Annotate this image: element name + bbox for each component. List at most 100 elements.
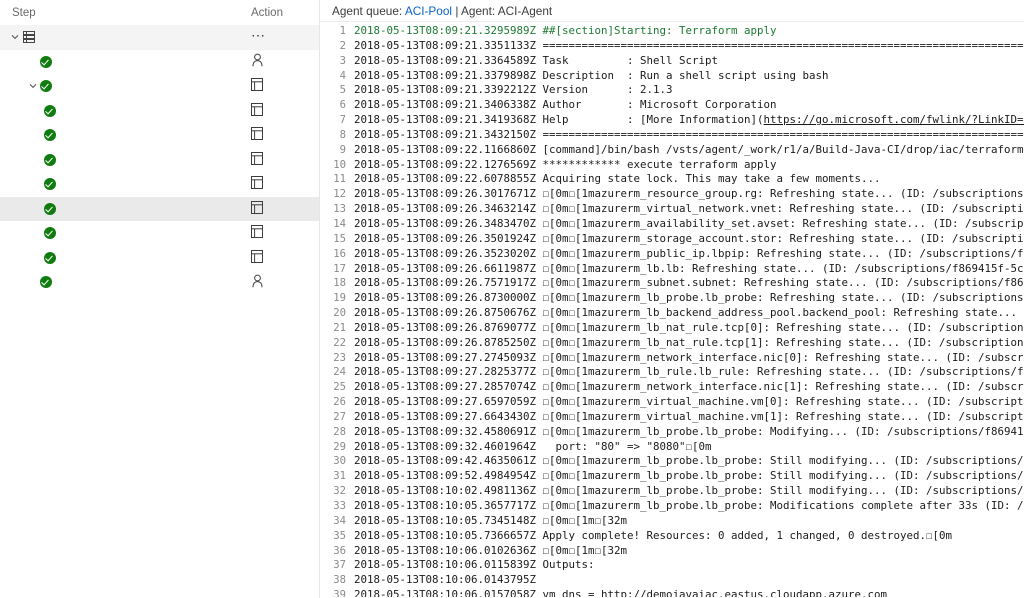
log-line: 14 2018-05-13T08:09:26.3483470Z ☐[0m☐[1ma…	[320, 217, 1024, 232]
job-icon[interactable]	[251, 102, 263, 119]
step-row[interactable]	[0, 246, 319, 271]
log-line-number: 19	[333, 292, 346, 305]
step-label-wrap	[0, 31, 249, 44]
log-line: 5 2018-05-13T08:09:21.3392212Z Version : …	[320, 83, 1024, 98]
log-line: 35 2018-05-13T08:10:05.7366657Z Apply com…	[320, 529, 1024, 544]
log-line: 24 2018-05-13T08:09:27.2825377Z ☐[0m☐[1ma…	[320, 365, 1024, 380]
success-check-icon	[40, 276, 52, 289]
log-url-link[interactable]: http://demojavaiac.eastus.cloudapp.azure…	[601, 588, 887, 597]
log-url-link[interactable]: https://go.microsoft.com/fwlink/?LinkID=…	[764, 113, 1024, 126]
step-action-cell	[249, 200, 305, 217]
log-line-text: 2018-05-13T08:09:27.2825377Z ☐[0m☐[1mazu…	[354, 365, 1024, 379]
log-line: 31 2018-05-13T08:09:52.4984954Z ☐[0m☐[1ma…	[320, 469, 1024, 484]
step-action-cell	[249, 78, 305, 94]
log-line-number: 30	[333, 455, 346, 468]
agent-queue-link[interactable]: ACI-Pool	[405, 4, 452, 18]
step-action-cell	[249, 53, 305, 70]
step-row[interactable]	[0, 221, 319, 246]
log-line: 30 2018-05-13T08:09:42.4635061Z ☐[0m☐[1ma…	[320, 454, 1024, 469]
log-line-number: 7	[339, 114, 346, 127]
step-row[interactable]	[0, 270, 319, 295]
step-action-cell	[249, 274, 305, 291]
log-line-number: 22	[333, 336, 346, 349]
log-line-number: 31	[333, 470, 346, 483]
step-label-wrap	[0, 129, 249, 142]
log-line: 26 2018-05-13T08:09:27.6597059Z ☐[0m☐[1ma…	[320, 395, 1024, 410]
step-row[interactable]	[0, 172, 319, 197]
log-line-number: 16	[333, 247, 346, 260]
log-line: 8 2018-05-13T08:09:21.3432150Z ==========…	[320, 128, 1024, 143]
step-action-cell	[249, 225, 305, 241]
log-pane: Agent queue: ACI-Pool | Agent: ACI-Agent…	[320, 0, 1024, 598]
more-options-icon[interactable]: ⋯	[251, 28, 266, 43]
log-line-number: 2	[339, 39, 346, 52]
log-line-number: 11	[333, 173, 346, 186]
log-line-number: 23	[333, 351, 346, 364]
person-icon[interactable]	[251, 53, 264, 70]
log-line-text: 2018-05-13T08:09:52.4984954Z ☐[0m☐[1mazu…	[354, 469, 1024, 483]
log-line-number: 3	[339, 54, 346, 67]
step-label-wrap	[0, 202, 249, 215]
log-line-text: 2018-05-13T08:10:05.7345148Z ☐[0m☐[1m☐[3…	[354, 513, 628, 527]
step-row[interactable]	[0, 196, 319, 221]
log-line-number: 5	[339, 84, 346, 97]
log-line-number: 21	[333, 321, 346, 334]
step-label-wrap	[0, 153, 249, 166]
log-line-number: 38	[333, 574, 346, 587]
success-check-icon	[40, 55, 52, 68]
log-output[interactable]: 1 2018-05-13T08:09:21.3295989Z ##[section…	[320, 22, 1024, 597]
step-label-wrap	[0, 251, 249, 264]
log-line-text: 2018-05-13T08:09:32.4601964Z port: "80" …	[354, 439, 712, 453]
log-line: 29 2018-05-13T08:09:32.4601964Z port: "80…	[320, 440, 1024, 455]
job-icon[interactable]	[251, 151, 263, 168]
log-line-text: 2018-05-13T08:09:26.3463214Z ☐[0m☐[1mazu…	[354, 202, 1024, 216]
log-line: 11 2018-05-13T08:09:22.6078855Z Acquiring…	[320, 172, 1024, 187]
job-icon[interactable]	[251, 200, 263, 217]
log-line-text: 2018-05-13T08:09:42.4635061Z ☐[0m☐[1mazu…	[354, 454, 1024, 468]
log-line: 18 2018-05-13T08:09:26.7571917Z ☐[0m☐[1ma…	[320, 276, 1024, 291]
log-line-number: 37	[333, 559, 346, 572]
log-line-number: 35	[333, 529, 346, 542]
step-row[interactable]	[0, 148, 319, 173]
log-line: 19 2018-05-13T08:09:26.8730000Z ☐[0m☐[1ma…	[320, 291, 1024, 306]
step-row[interactable]: ⋯	[0, 25, 319, 50]
log-line-number: 1	[339, 25, 346, 37]
log-line: 1 2018-05-13T08:09:21.3295989Z ##[section…	[320, 24, 1024, 39]
log-line-text: 2018-05-13T08:09:21.3392212Z Version : 2…	[354, 83, 673, 97]
log-line: 7 2018-05-13T08:09:21.3419368Z Help : [Mo…	[320, 113, 1024, 128]
log-line-text: 2018-05-13T08:09:26.7571917Z ☐[0m☐[1mazu…	[354, 276, 1024, 290]
log-line-text: 2018-05-13T08:09:27.2857074Z ☐[0m☐[1mazu…	[354, 380, 1024, 394]
chevron-down-icon[interactable]	[26, 82, 40, 90]
log-line: 2 2018-05-13T08:09:21.3351133Z ==========…	[320, 39, 1024, 54]
job-icon[interactable]	[251, 78, 263, 94]
log-line: 25 2018-05-13T08:09:27.2857074Z ☐[0m☐[1ma…	[320, 380, 1024, 395]
log-line-text: 2018-05-13T08:09:27.6643430Z ☐[0m☐[1mazu…	[354, 409, 1024, 423]
step-row[interactable]	[0, 99, 319, 124]
step-row[interactable]	[0, 74, 319, 99]
log-line-number: 9	[339, 143, 346, 156]
job-icon[interactable]	[251, 249, 263, 266]
log-line-text: 2018-05-13T08:09:27.2745093Z ☐[0m☐[1mazu…	[354, 350, 1024, 364]
agent-queue-label: Agent queue:	[332, 4, 405, 18]
log-line-text: 2018-05-13T08:09:26.3017671Z ☐[0m☐[1mazu…	[354, 187, 1024, 201]
log-line-text: 2018-05-13T08:09:26.8750676Z ☐[0m☐[1mazu…	[354, 306, 1024, 320]
step-row[interactable]	[0, 50, 319, 75]
step-label-wrap	[0, 80, 249, 93]
step-row[interactable]	[0, 123, 319, 148]
job-icon[interactable]	[251, 225, 263, 241]
release-log-view: Step Action ⋯ Agent queue: ACI-Pool | Ag…	[0, 0, 1024, 598]
step-column-header: Step	[12, 6, 36, 19]
log-line: 6 2018-05-13T08:09:21.3406338Z Author : M…	[320, 98, 1024, 113]
person-icon[interactable]	[251, 274, 264, 291]
job-icon[interactable]	[251, 127, 263, 143]
log-line: 20 2018-05-13T08:09:26.8750676Z ☐[0m☐[1ma…	[320, 306, 1024, 321]
chevron-down-icon[interactable]	[8, 33, 22, 41]
job-icon[interactable]	[251, 176, 263, 192]
log-line-number: 10	[333, 158, 346, 171]
step-label-wrap	[0, 178, 249, 191]
log-line-text: 2018-05-13T08:09:22.1166860Z [command]/b…	[354, 142, 1024, 156]
log-line-number: 39	[333, 589, 346, 597]
success-check-icon	[44, 153, 56, 166]
steps-sidebar: Step Action ⋯	[0, 0, 320, 598]
log-line-number: 33	[333, 500, 346, 512]
